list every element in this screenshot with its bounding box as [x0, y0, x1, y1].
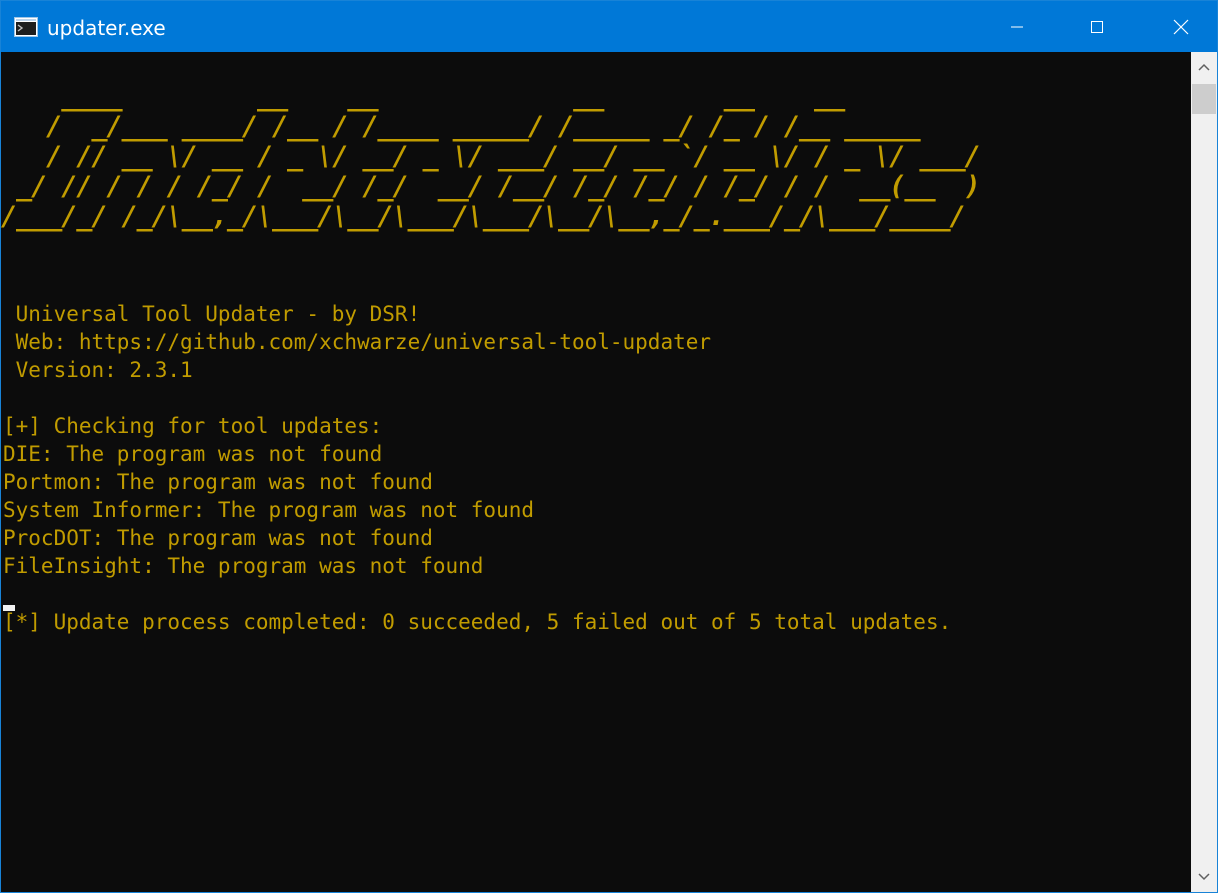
banner-line: _/ // / / / /_/ / __/ /_/ __/ /__/ /_/ /…: [1, 171, 981, 202]
scroll-up-button[interactable]: [1191, 52, 1217, 82]
scroll-down-button[interactable]: [1191, 862, 1217, 892]
chevron-down-icon: [1198, 873, 1210, 881]
console-output-area[interactable]: ____ __ __ __ __ __ / _/___ ____/ /__ / …: [1, 52, 1191, 892]
window-title: updater.exe: [47, 16, 166, 40]
app-name-line: Universal Tool Updater - by DSR!: [3, 302, 421, 326]
version-line: Version: 2.3.1: [3, 358, 193, 382]
banner-line: /___/_/ /_/\__,_/\___/\__/\___/\___/\__/…: [1, 201, 966, 232]
title-bar[interactable]: updater.exe: [1, 1, 1217, 52]
checking-line: [+] Checking for tool updates:: [3, 414, 383, 438]
banner-line: / // __ \/ __ / _ \/ __/ _ \/ ___/ __/ _…: [1, 141, 981, 172]
console-window: updater.exe ____ __ __ __ __ __ / _/___: [0, 0, 1218, 893]
scroll-thumb[interactable]: [1192, 84, 1216, 114]
maximize-icon: [1091, 20, 1103, 33]
result-line: System Informer: The program was not fou…: [3, 498, 535, 522]
close-button[interactable]: [1151, 1, 1211, 52]
banner-line: / _/___ ____/ /__ / /____ _____/ /_____ …: [1, 111, 920, 142]
console-window-icon[interactable]: [14, 17, 38, 37]
console-text: Universal Tool Updater - by DSR! Web: ht…: [3, 300, 951, 636]
minimize-icon: [1011, 26, 1023, 27]
web-url-line: Web: https://github.com/xchwarze/univers…: [3, 330, 712, 354]
chevron-up-icon: [1198, 63, 1210, 71]
result-line: DIE: The program was not found: [3, 442, 383, 466]
maximize-button[interactable]: [1067, 1, 1127, 52]
banner-line: ____ __ __ __ __ __: [1, 81, 845, 112]
text-cursor: [3, 605, 15, 611]
summary-line: [*] Update process completed: 0 succeede…: [3, 610, 952, 634]
vertical-scrollbar[interactable]: [1191, 52, 1217, 892]
ascii-banner: ____ __ __ __ __ __ / _/___ ____/ /__ / …: [1, 81, 981, 232]
result-line: ProcDOT: The program was not found: [3, 526, 433, 550]
close-icon: [1173, 19, 1189, 34]
result-line: Portmon: The program was not found: [3, 470, 433, 494]
minimize-button[interactable]: [987, 1, 1047, 52]
result-line: FileInsight: The program was not found: [3, 554, 484, 578]
